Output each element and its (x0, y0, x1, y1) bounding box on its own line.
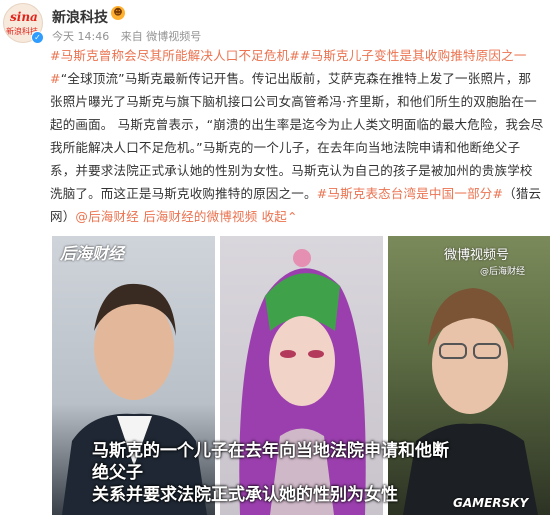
hashtag-link[interactable]: #马斯克表态台湾是中国一部分# (317, 186, 503, 201)
text-link[interactable]: 后海财经的微博视频 (143, 209, 257, 224)
sina-logo-text: sina (10, 10, 38, 24)
hashtag-link[interactable]: #马斯克曾称会尽其所能解决人口不足危机##马斯克儿子变性是其收购推特原因之一 (50, 48, 527, 63)
watermark-left: 后海财经 (60, 244, 125, 263)
post-text-segment: 我所能解决人口不足危机。”马斯克的一个儿子，在去年向当地法院申请和他断绝父子 (50, 140, 521, 155)
text-link[interactable]: @后海财经 (75, 209, 139, 224)
post-line: #马斯克曾称会尽其所能解决人口不足危机##马斯克儿子变性是其收购推特原因之一 (50, 44, 546, 67)
subtitle-line-2: 关系并要求法院正式承认她的性别为女性 (92, 485, 398, 505)
post-line: 网）@后海财经 后海财经的微博视频 收起⌃ (50, 205, 546, 228)
post-line: 我所能解决人口不足危机。”马斯克的一个儿子，在去年向当地法院申请和他断绝父子 (50, 136, 546, 159)
post-text-segment: “全球顶流”马斯克最新传记开售。传记出版前，艾萨克森在推特上发了一张照片，那 (60, 71, 532, 86)
post-text-segment: 起的画面。 马斯克曾表示，“崩溃的出生率是迄今为止人类文明面临的最大危险，我会尽 (50, 117, 544, 132)
verified-badge-icon: ✓ (31, 31, 44, 44)
post-line: 张照片曝光了马斯克与旗下脑机接口公司女高管希冯·齐里斯，和他们所生的双胞胎在一 (50, 90, 546, 113)
watermark-right: 微博视频号 (444, 248, 510, 263)
post-time[interactable]: 今天 14:46 (52, 30, 109, 43)
post-text-segment: 洗脑了。而这正是马斯克收购推特的原因之一。 (50, 186, 317, 201)
post-line: 起的画面。 马斯克曾表示，“崩溃的出生率是迄今为止人类文明面临的最大危险，我会尽 (50, 113, 546, 136)
account-name[interactable]: 新浪科技 (52, 7, 108, 27)
text-link[interactable]: 收起 (257, 209, 287, 224)
post-text-segment: 网） (50, 209, 76, 224)
corner-watermark: GAMERSKY (453, 496, 529, 510)
post-line: #“全球顶流”马斯克最新传记开售。传记出版前，艾萨克森在推特上发了一张照片，那 (50, 67, 546, 90)
post-source: 来自 微博视频号 (120, 30, 202, 43)
emoji-icon: ☻ (111, 6, 125, 20)
post-text-segment: （猎云 (503, 186, 542, 201)
post-text-segment: 张照片曝光了马斯克与旗下脑机接口公司女高管希冯·齐里斯，和他们所生的双胞胎在一 (50, 94, 537, 109)
watermark-right-sub: @后海财经 (480, 267, 526, 277)
post-text: #马斯克曾称会尽其所能解决人口不足危机##马斯克儿子变性是其收购推特原因之一 #“… (50, 44, 546, 228)
video-subtitle: 马斯克的一个儿子在去年向当地法院申请和他断绝父子 关系并要求法院正式承认她的性别… (92, 440, 452, 506)
post-text-segment: 系，并要求法院正式承认她的性别为女性。马斯克认为自己的孩子是被加州的贵族学校 (50, 163, 533, 178)
post-line: 系，并要求法院正式承认她的性别为女性。马斯克认为自己的孩子是被加州的贵族学校 (50, 159, 546, 182)
post-line: 洗脑了。而这正是马斯克收购推特的原因之一。#马斯克表态台湾是中国一部分#（猎云 (50, 182, 546, 205)
post-meta: 今天 14:46 来自 微博视频号 (52, 28, 209, 44)
subtitle-line-1: 马斯克的一个儿子在去年向当地法院申请和他断绝父子 (92, 441, 449, 483)
post-header: sina 新浪科技 ✓ 新浪科技 ☻ 今天 14:46 来自 微博视频号 (0, 0, 550, 48)
text-link[interactable]: ⌃ (287, 209, 298, 224)
hashtag-link[interactable]: # (50, 71, 61, 86)
